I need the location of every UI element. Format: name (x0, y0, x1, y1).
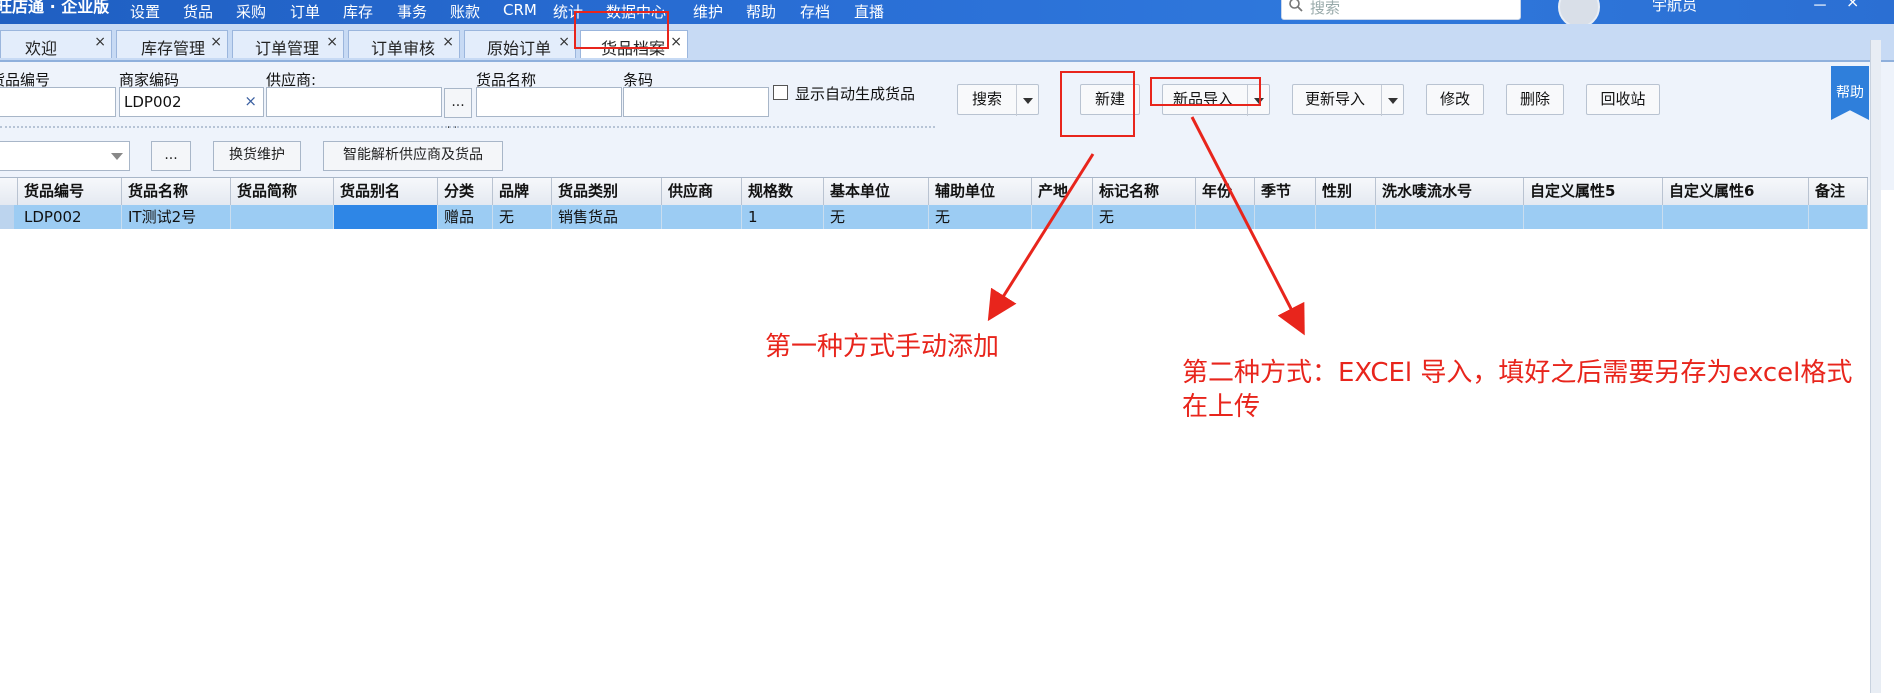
annotation-first-method: 第一种方式手动添加 (765, 332, 1000, 362)
arrow-to-import (1190, 116, 1305, 336)
annotation-second-method-line1: 第二种方式：EXCEl 导入，填好之后需要另存为excel格式 (1182, 358, 1853, 388)
annotation-second-method-line2: 在上传 (1182, 392, 1261, 422)
arrow-to-new (987, 153, 1095, 322)
